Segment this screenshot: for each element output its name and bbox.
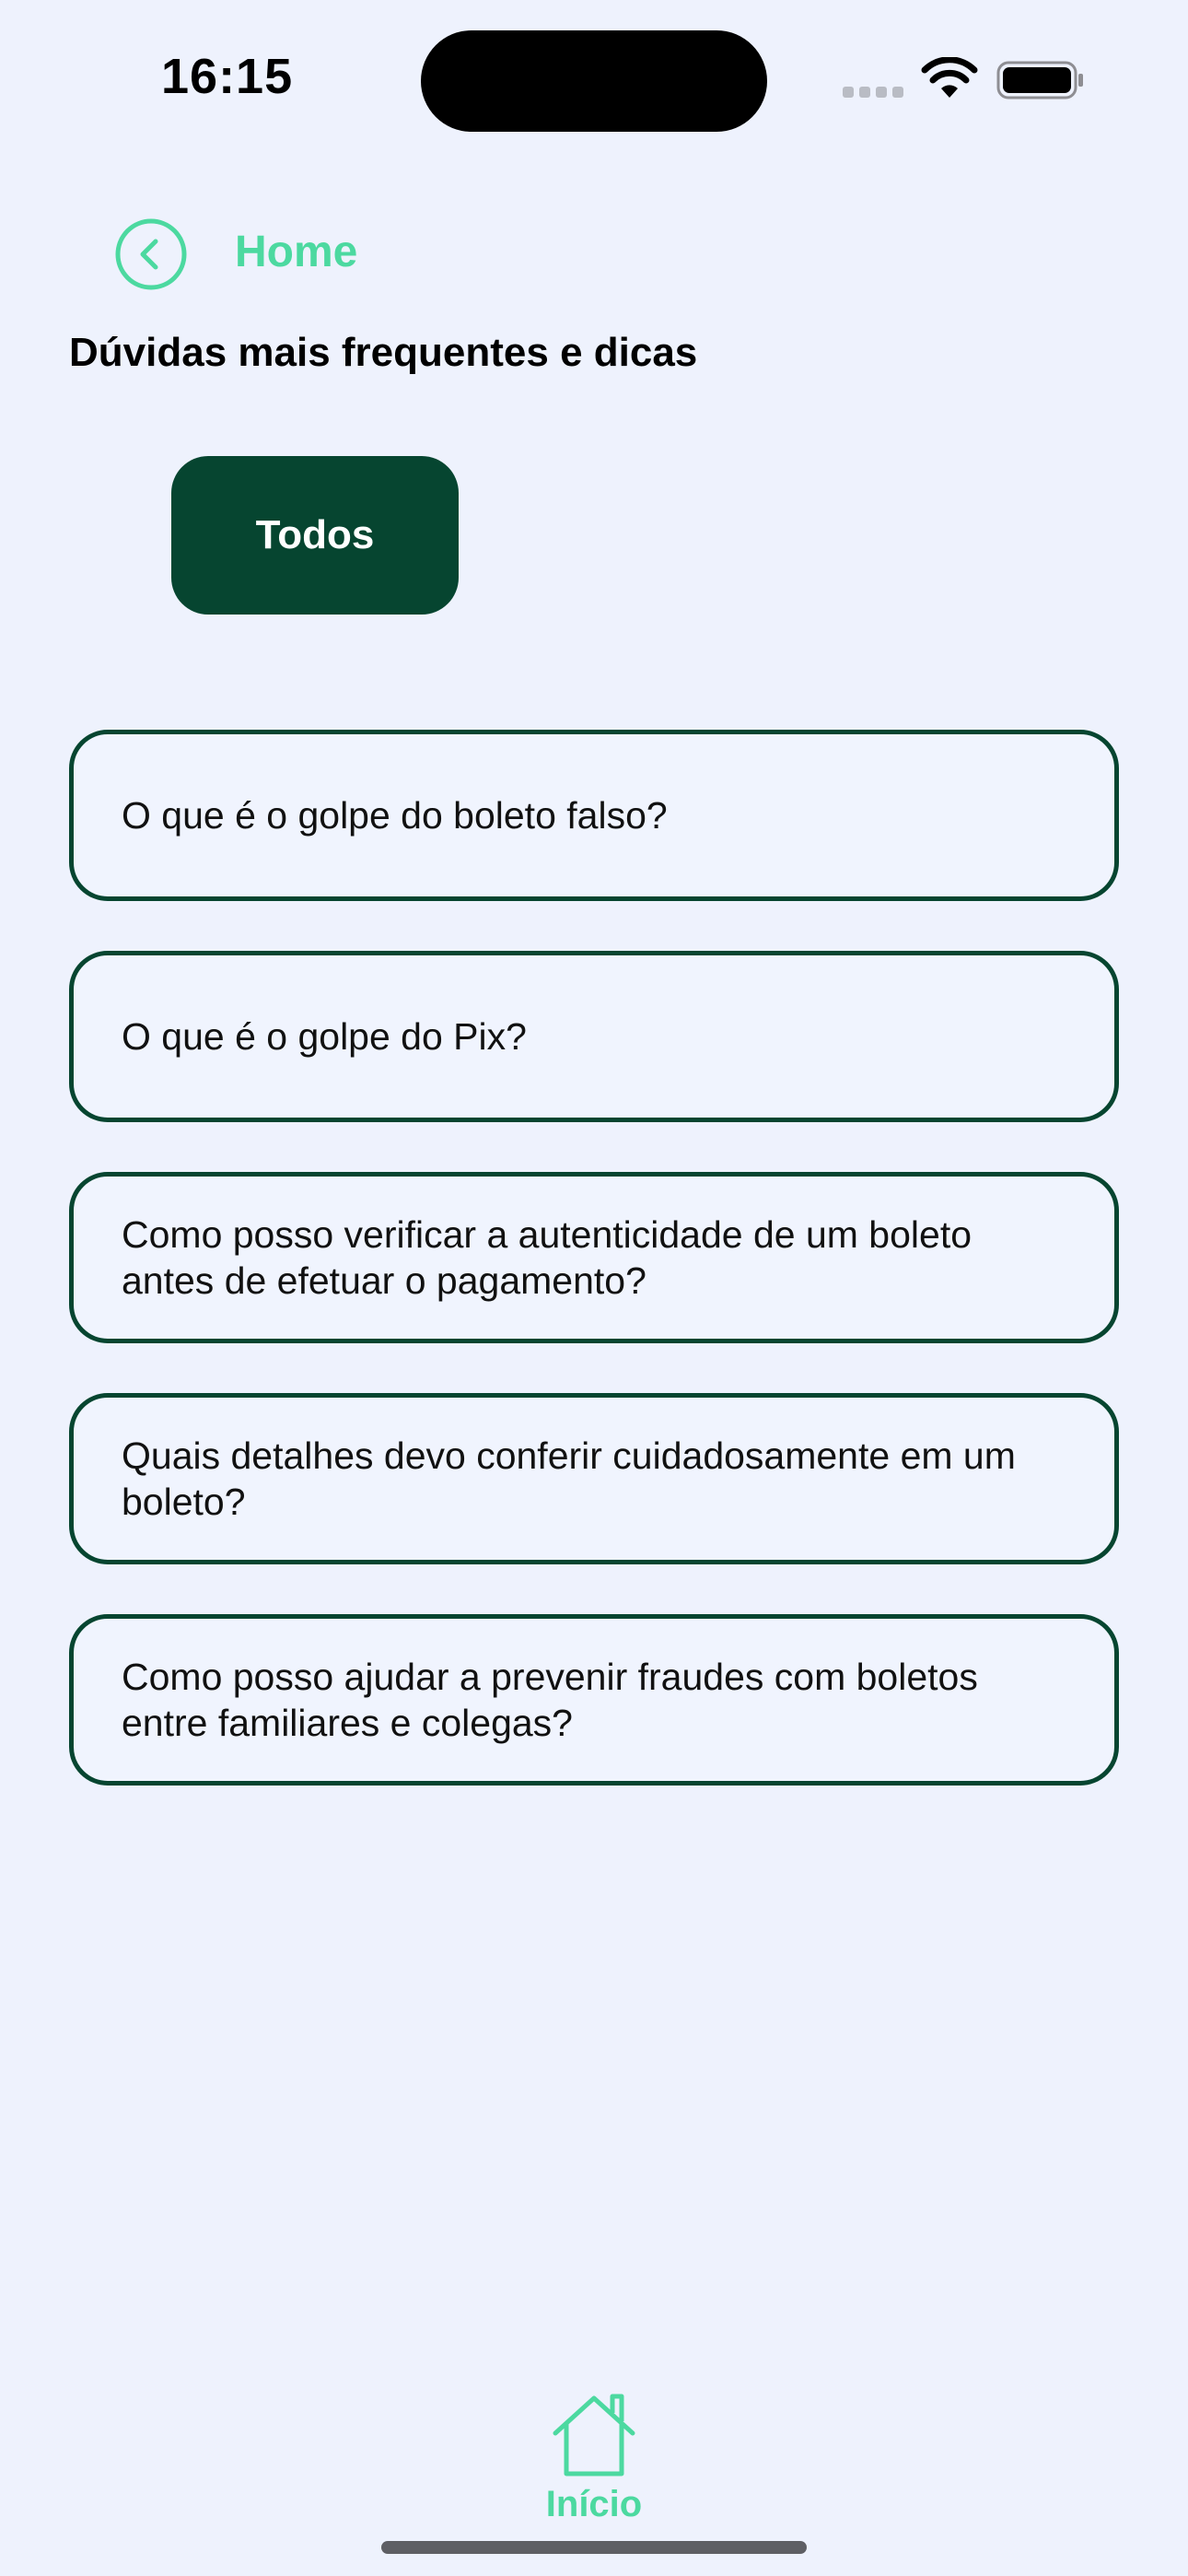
faq-item[interactable]: Como posso verificar a autenticidade de … bbox=[69, 1172, 1119, 1343]
filter-chip-todos[interactable]: Todos bbox=[171, 456, 459, 615]
faq-question: O que é o golpe do Pix? bbox=[122, 1015, 527, 1058]
faq-question: Como posso ajudar a prevenir fraudes com… bbox=[122, 1656, 978, 1744]
home-indicator[interactable] bbox=[381, 2541, 807, 2554]
status-time: 16:15 bbox=[161, 49, 294, 104]
house-icon bbox=[553, 2394, 635, 2476]
dynamic-island bbox=[421, 30, 767, 132]
tab-home-label: Início bbox=[545, 2484, 643, 2524]
faq-item[interactable]: Como posso ajudar a prevenir fraudes com… bbox=[69, 1614, 1119, 1786]
tab-home[interactable]: Início bbox=[534, 2386, 654, 2534]
faq-question: Como posso verificar a autenticidade de … bbox=[122, 1213, 973, 1302]
faq-item[interactable]: O que é o golpe do Pix? bbox=[69, 951, 1119, 1122]
back-button-label[interactable]: Home bbox=[235, 227, 357, 277]
faq-question: Quais detalhes devo conferir cuidadosame… bbox=[122, 1434, 1016, 1523]
wifi-icon bbox=[921, 57, 978, 98]
chevron-left-circle-icon[interactable] bbox=[114, 217, 188, 291]
battery-icon bbox=[996, 61, 1083, 100]
faq-question: O que é o golpe do boleto falso? bbox=[122, 794, 668, 837]
faq-item[interactable]: Quais detalhes devo conferir cuidadosame… bbox=[69, 1393, 1119, 1564]
page-title: Dúvidas mais frequentes e dicas bbox=[69, 330, 698, 375]
faq-item[interactable]: O que é o golpe do boleto falso? bbox=[69, 730, 1119, 901]
cellular-signal-icon bbox=[843, 87, 903, 98]
